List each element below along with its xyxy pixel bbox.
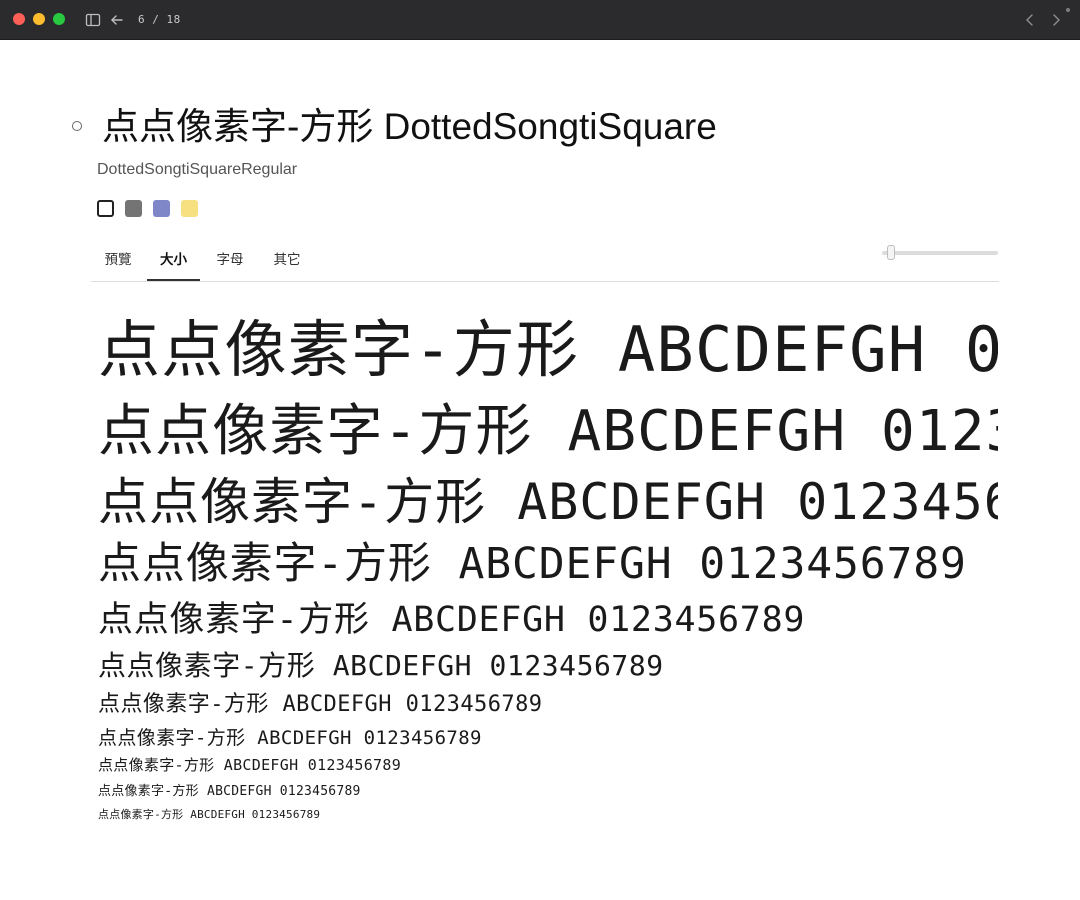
zoom-window-button[interactable] [53, 13, 65, 25]
sample-line: 点点像素字-方形 ABCDEFGH 0123456789 [98, 473, 998, 531]
page-counter: 6 / 18 [138, 13, 181, 26]
swatch-yellow[interactable] [181, 200, 198, 217]
tab-other[interactable]: 其它 [263, 243, 311, 280]
size-waterfall: 点点像素字-方形 ABCDEFGH 0123456789 点点像素字-方形 ABC… [98, 300, 998, 840]
sample-line: 点点像素字-方形 ABCDEFGH 0123456789 [98, 808, 321, 821]
font-subtitle: DottedSongtiSquareRegular [97, 161, 298, 178]
view-tabs: 預覽 大小 字母 其它 [91, 243, 999, 282]
swatch-gray[interactable] [125, 200, 142, 217]
sample-line: 点点像素字-方形 ABCDEFGH 0123456789 [98, 649, 664, 682]
sidebar-toggle-icon[interactable] [83, 10, 103, 30]
sample-line: 点点像素字-方形 ABCDEFGH 0123456789 [98, 600, 806, 640]
sample-line: 点点像素字-方形 ABCDEFGH 0123456789 [98, 784, 361, 799]
chevron-right-icon[interactable] [1046, 10, 1066, 30]
titlebar-indicator-dot [1066, 8, 1070, 12]
sample-line: 点点像素字-方形 ABCDEFGH 0123456789 [98, 539, 967, 589]
outline-bullet-icon [72, 121, 82, 131]
slider-track[interactable] [882, 251, 998, 255]
sample-line: 点点像素字-方形 ABCDEFGH 0123456789 [98, 727, 482, 749]
sample-line: 点点像素字-方形 ABCDEFGH 0123456789 [98, 756, 402, 774]
back-arrow-icon[interactable] [107, 10, 127, 30]
sample-line: 点点像素字-方形 ABCDEFGH 0123456789 [98, 399, 998, 464]
close-window-button[interactable] [13, 13, 25, 25]
minimize-window-button[interactable] [33, 13, 45, 25]
sample-line: 点点像素字-方形 ABCDEFGH 0123456789 [98, 692, 543, 717]
font-title: 点点像素字-方形 DottedSongtiSquare [102, 106, 717, 147]
tab-preview[interactable]: 預覽 [95, 243, 141, 280]
tab-letters[interactable]: 字母 [206, 243, 254, 280]
sample-line: 点点像素字-方形 ABCDEFGH 0123456789 [98, 313, 998, 386]
chevron-left-icon[interactable] [1020, 10, 1040, 30]
size-slider[interactable] [876, 243, 1000, 263]
slider-thumb[interactable] [887, 245, 896, 260]
tab-size[interactable]: 大小 [147, 243, 200, 281]
swatch-periwinkle[interactable] [153, 200, 170, 217]
swatch-white[interactable] [97, 200, 114, 217]
window-titlebar: 6 / 18 [0, 0, 1080, 40]
